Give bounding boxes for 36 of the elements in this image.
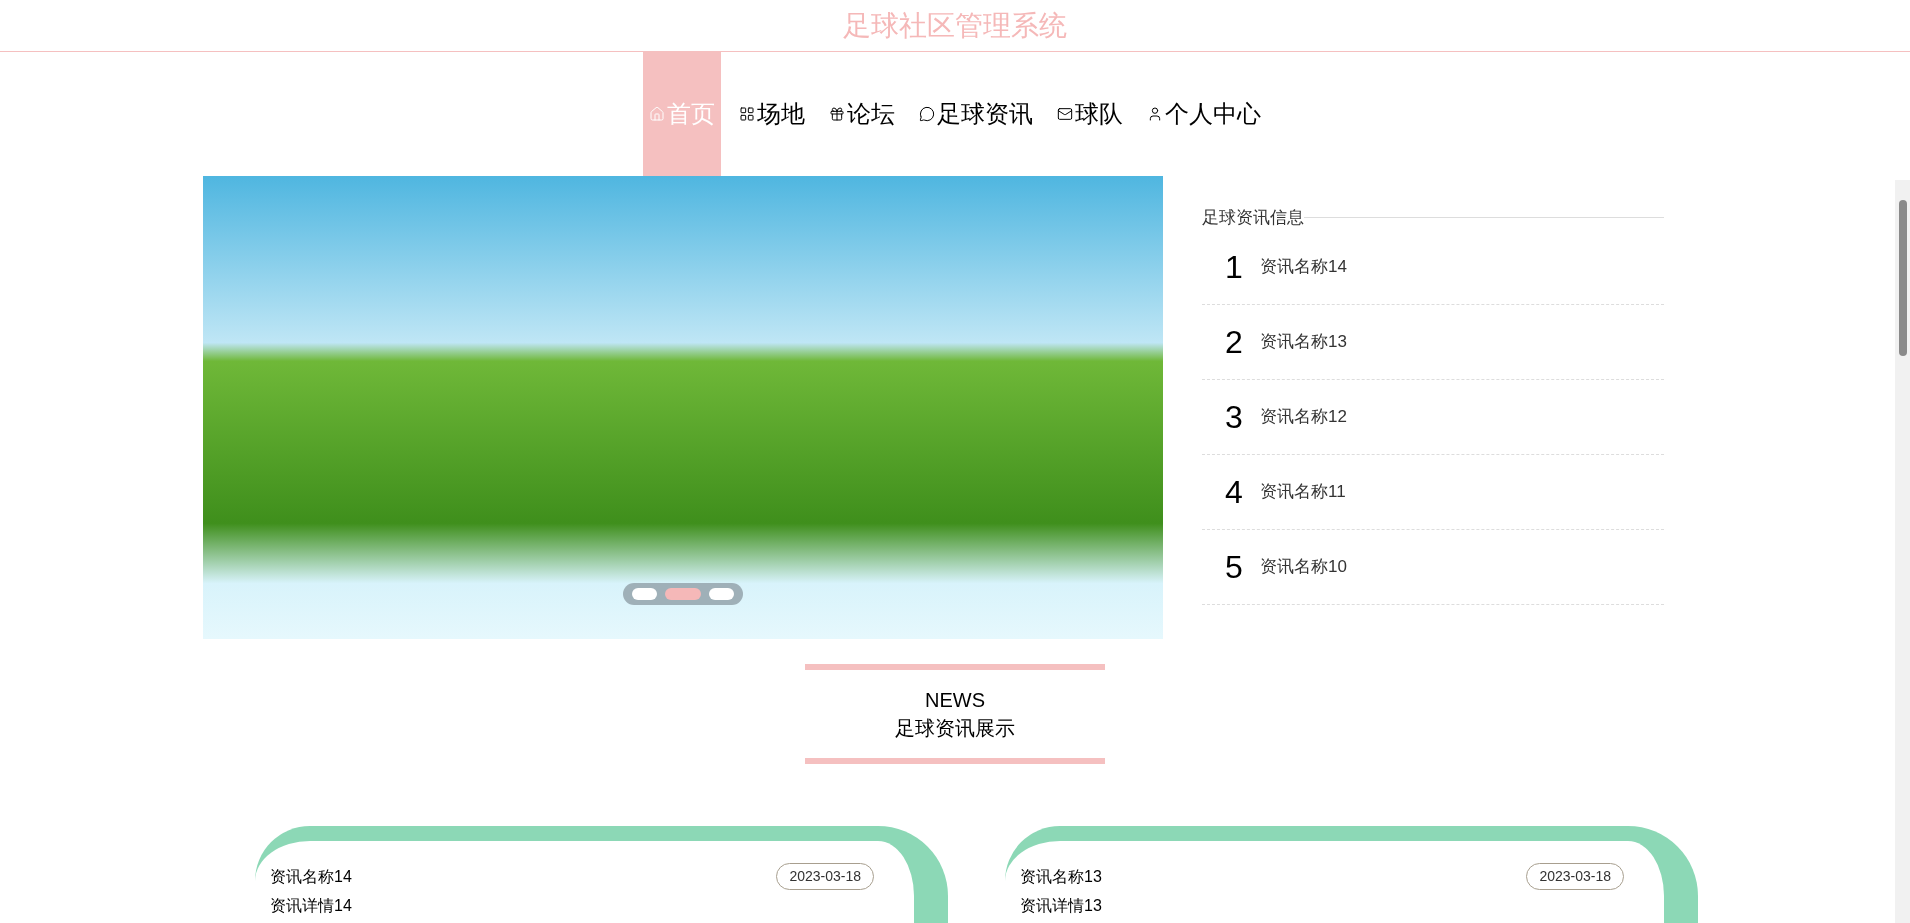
rank-number: 4 [1224,473,1244,512]
news-title: 资讯名称14 [1260,256,1347,279]
news-list-item[interactable]: 5 资讯名称10 [1202,530,1664,605]
nav-tab[interactable]: 场地 [733,52,811,176]
news-title: 资讯名称11 [1260,481,1346,504]
rank-number: 1 [1224,248,1244,287]
news-title: 资讯名称13 [1020,866,1102,887]
site-title: 足球社区管理系统 [843,8,1067,43]
news-list-item[interactable]: 3 资讯名称12 [1202,380,1664,455]
section-title: 足球资讯展示 [895,716,1015,741]
news-card[interactable]: 资讯名称14 2023-03-18 资讯详情14 [255,826,948,923]
rank-number: 5 [1224,548,1244,587]
user-icon [1147,106,1163,122]
news-title: 资讯名称10 [1260,556,1347,579]
nav-tab[interactable]: 球队 [1051,52,1129,176]
grid-icon [739,106,755,122]
news-title: 资讯名称13 [1260,331,1347,354]
news-title: 资讯名称12 [1260,406,1347,429]
gift-icon [829,106,845,122]
rank-number: 3 [1224,398,1244,437]
home-icon [649,106,665,122]
news-detail: 资讯详情14 [270,896,352,916]
nav-tab[interactable]: 足球资讯 [913,52,1039,176]
news-detail: 资讯详情13 [1020,896,1102,916]
chat-bubble-icon [919,106,935,122]
news-list-item[interactable]: 1 资讯名称14 [1202,230,1664,305]
nav-tab[interactable]: 论坛 [823,52,901,176]
nav-tab[interactable]: 个人中心 [1141,52,1267,176]
news-card[interactable]: 资讯名称13 2023-03-18 资讯详情13 [1005,826,1698,923]
news-list-item[interactable]: 2 资讯名称13 [1202,305,1664,380]
envelope-icon [1057,106,1073,122]
scrollbar[interactable] [1895,180,1910,923]
section-subtitle: NEWS [925,688,985,713]
news-list-item[interactable]: 4 资讯名称11 [1202,455,1664,530]
rank-number: 2 [1224,323,1244,362]
news-title: 资讯名称14 [270,866,352,887]
